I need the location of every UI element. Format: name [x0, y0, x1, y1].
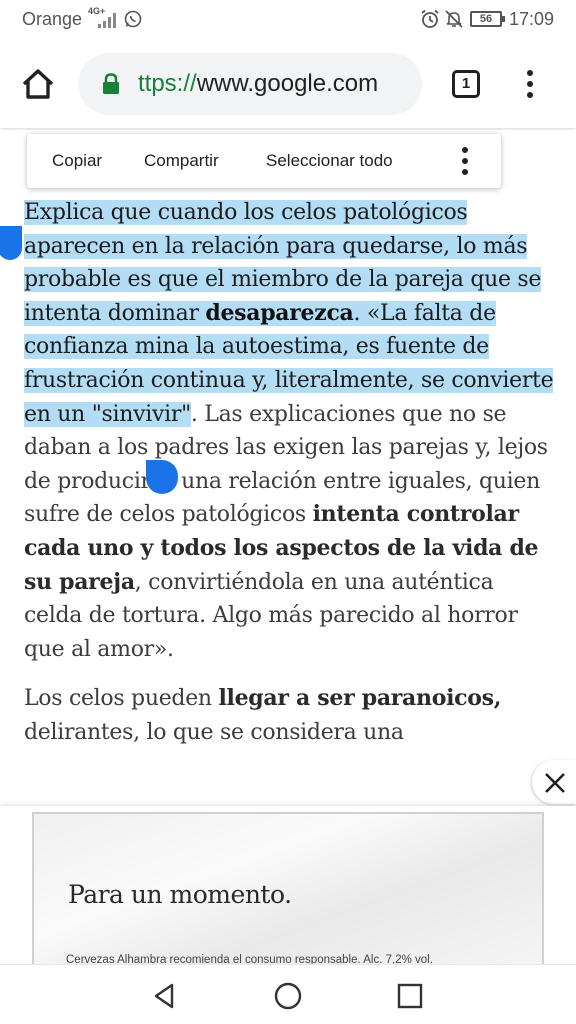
browser-toolbar: ttps://www.google.com 1 [0, 40, 576, 128]
mute-icon [445, 10, 463, 28]
url-host: www.google.com [196, 70, 379, 97]
page-content: Explica que cuando los celos patológicos… [0, 130, 576, 806]
status-clock: 17:09 [509, 9, 555, 29]
select-all-button[interactable]: Seleccionar todo [266, 134, 393, 188]
ad-close-button[interactable] [532, 760, 576, 804]
status-bar: Orange 4G+ 56 17:09 [0, 0, 576, 40]
article-paragraph: Explica que cuando los celos patológicos… [24, 200, 554, 662]
url-text: ttps://www.google.com [138, 70, 378, 98]
back-icon[interactable] [150, 981, 180, 1011]
home-icon[interactable] [18, 64, 58, 104]
tabs-icon[interactable]: 1 [452, 70, 480, 98]
selected-text[interactable]: Explica que cuando los celos patológicos… [24, 200, 554, 427]
signal-icon [98, 13, 116, 28]
recents-icon[interactable] [396, 982, 424, 1010]
close-icon [545, 773, 565, 793]
article-body: Explica que cuando los celos patológicos… [24, 196, 554, 766]
alarm-icon [421, 9, 439, 28]
carrier-name: Orange [22, 9, 83, 29]
selection-end-handle[interactable] [146, 460, 178, 494]
ad-headline: Para un momento. [68, 880, 292, 909]
text-selection-menu: Copiar Compartir Seleccionar todo [27, 134, 501, 188]
lock-icon [103, 73, 119, 94]
more-vert-icon[interactable] [520, 68, 540, 100]
url-bar[interactable]: ttps://www.google.com [78, 53, 422, 115]
selection-start-handle[interactable] [0, 226, 22, 260]
system-nav-bar [0, 964, 576, 1024]
share-button[interactable]: Compartir [144, 134, 219, 188]
ad-creative[interactable]: Para un momento. Cervezas Alhambra recom… [32, 812, 544, 966]
battery-icon: 56 [470, 11, 505, 27]
article-paragraph: Los celos pueden llegar a ser paranoicos… [24, 685, 502, 745]
home-circle-icon[interactable] [273, 981, 303, 1011]
url-scheme: ttps:// [138, 70, 197, 97]
ad-banner: Para un momento. Cervezas Alhambra recom… [0, 806, 576, 966]
copy-button[interactable]: Copiar [52, 134, 102, 188]
more-options-icon[interactable] [453, 145, 477, 177]
whatsapp-icon [124, 10, 142, 28]
